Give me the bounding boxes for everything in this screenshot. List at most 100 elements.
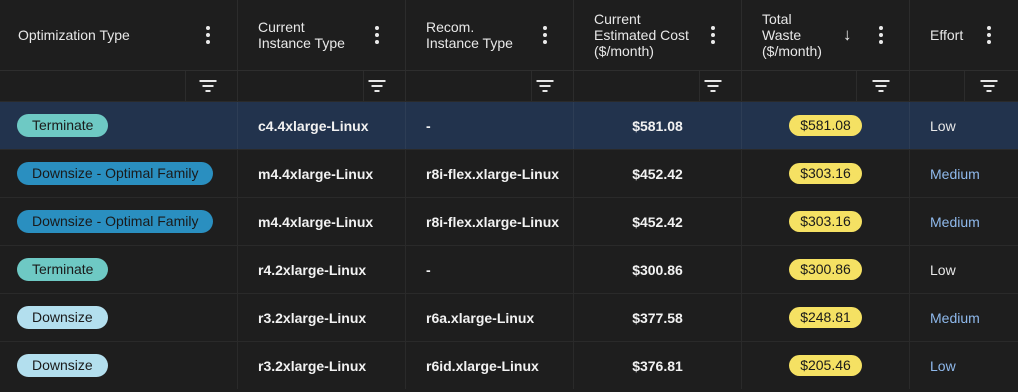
recommended-instance-cell: r6a.xlarge-Linux — [405, 294, 573, 341]
optimization-type-cell: Downsize — [0, 294, 237, 341]
filter-input[interactable] — [426, 71, 532, 101]
total-waste-cell: $248.81 — [741, 294, 909, 341]
filter-cell[interactable] — [909, 71, 1018, 101]
optimization-type-badge[interactable]: Terminate — [17, 258, 109, 281]
current-cost-cell: $581.08 — [573, 102, 741, 149]
column-header-total-waste[interactable]: Total Waste ($/month) ↓ — [741, 0, 909, 70]
column-header-current-instance-type[interactable]: Current Instance Type — [237, 0, 405, 70]
filter-icon[interactable] — [536, 80, 553, 92]
optimization-type-cell: Terminate — [0, 246, 237, 293]
column-header-effort[interactable]: Effort — [909, 0, 1018, 70]
arrow-down-icon[interactable]: ↓ — [843, 25, 852, 45]
filter-cell[interactable] — [237, 71, 405, 101]
filter-cell[interactable] — [741, 71, 909, 101]
effort-label: Low — [930, 261, 956, 278]
effort-cell: Low — [909, 342, 1018, 389]
column-header-recommended-instance-type[interactable]: Recom. Instance Type — [405, 0, 573, 70]
total-waste-cell: $581.08 — [741, 102, 909, 149]
optimization-type-cell: Downsize — [0, 342, 237, 389]
column-header-label: Current Instance Type — [258, 19, 345, 51]
filter-input[interactable] — [930, 71, 965, 101]
kebab-menu-icon[interactable] — [200, 25, 216, 45]
current-instance-cell: m4.4xlarge-Linux — [237, 198, 405, 245]
effort-cell: Low — [909, 246, 1018, 293]
effort-cell: Low — [909, 102, 1018, 149]
recommended-instance-cell: - — [405, 246, 573, 293]
recommended-instance-cell: r8i-flex.xlarge-Linux — [405, 150, 573, 197]
recommended-instance-cell: r6id.xlarge-Linux — [405, 342, 573, 389]
current-cost-cell: $300.86 — [573, 246, 741, 293]
column-header-label: Recom. Instance Type — [426, 19, 513, 51]
column-header-label: Effort — [930, 27, 964, 43]
effort-label: Medium — [930, 165, 980, 182]
total-waste-cell: $300.86 — [741, 246, 909, 293]
effort-cell: Medium — [909, 294, 1018, 341]
column-header-current-estimated-cost[interactable]: Current Estimated Cost ($/month) — [573, 0, 741, 70]
filter-icon[interactable] — [872, 80, 889, 92]
kebab-menu-icon[interactable] — [369, 25, 385, 45]
effort-label: Low — [930, 357, 956, 374]
optimization-type-cell: Terminate — [0, 102, 237, 149]
filter-icon[interactable] — [199, 80, 216, 92]
recommended-instance-cell: r8i-flex.xlarge-Linux — [405, 198, 573, 245]
current-cost-cell: $376.81 — [573, 342, 741, 389]
filter-row — [0, 71, 1018, 101]
kebab-menu-icon[interactable] — [981, 25, 997, 45]
filter-icon[interactable] — [704, 80, 721, 92]
column-header-label: Current Estimated Cost ($/month) — [594, 11, 689, 59]
table-row[interactable]: Downsize r3.2xlarge-Linux r6id.xlarge-Li… — [0, 341, 1018, 389]
optimization-type-badge[interactable]: Terminate — [17, 114, 109, 137]
table-row[interactable]: Downsize - Optimal Family m4.4xlarge-Lin… — [0, 197, 1018, 245]
table-row[interactable]: Downsize - Optimal Family m4.4xlarge-Lin… — [0, 149, 1018, 197]
filter-input[interactable] — [762, 71, 857, 101]
waste-badge: $303.16 — [789, 163, 862, 184]
kebab-menu-icon[interactable] — [873, 25, 889, 45]
recommended-instance-cell: - — [405, 102, 573, 149]
waste-badge: $205.46 — [789, 355, 862, 376]
optimization-type-badge[interactable]: Downsize — [17, 354, 108, 377]
waste-badge: $300.86 — [789, 259, 862, 280]
current-cost-cell: $452.42 — [573, 150, 741, 197]
table-row[interactable]: Terminate r4.2xlarge-Linux - $300.86 $30… — [0, 245, 1018, 293]
column-header-optimization-type[interactable]: Optimization Type — [0, 0, 237, 70]
current-instance-cell: r3.2xlarge-Linux — [237, 342, 405, 389]
optimization-type-cell: Downsize - Optimal Family — [0, 150, 237, 197]
current-instance-cell: r4.2xlarge-Linux — [237, 246, 405, 293]
current-cost-cell: $452.42 — [573, 198, 741, 245]
filter-input[interactable] — [258, 71, 364, 101]
recommendations-grid: Optimization Type Current Instance Type … — [0, 0, 1018, 392]
filter-icon[interactable] — [368, 80, 385, 92]
total-waste-cell: $205.46 — [741, 342, 909, 389]
current-cost-cell: $377.58 — [573, 294, 741, 341]
effort-label: Low — [930, 117, 956, 134]
optimization-type-badge[interactable]: Downsize — [17, 306, 108, 329]
current-instance-cell: c4.4xlarge-Linux — [237, 102, 405, 149]
waste-badge: $303.16 — [789, 211, 862, 232]
total-waste-cell: $303.16 — [741, 150, 909, 197]
effort-cell: Medium — [909, 150, 1018, 197]
table-row[interactable]: Downsize r3.2xlarge-Linux r6a.xlarge-Lin… — [0, 293, 1018, 341]
waste-badge: $248.81 — [789, 307, 862, 328]
kebab-menu-icon[interactable] — [705, 25, 721, 45]
waste-badge: $581.08 — [789, 115, 862, 136]
filter-cell[interactable] — [405, 71, 573, 101]
effort-label: Medium — [930, 213, 980, 230]
optimization-type-badge[interactable]: Downsize - Optimal Family — [17, 210, 214, 233]
table-row[interactable]: Terminate c4.4xlarge-Linux - $581.08 $58… — [0, 101, 1018, 149]
optimization-type-cell: Downsize - Optimal Family — [0, 198, 237, 245]
filter-cell[interactable] — [0, 71, 237, 101]
filter-icon[interactable] — [980, 80, 997, 92]
column-header-label: Total Waste ($/month) — [762, 11, 822, 59]
filter-cell[interactable] — [573, 71, 741, 101]
total-waste-cell: $303.16 — [741, 198, 909, 245]
kebab-menu-icon[interactable] — [537, 25, 553, 45]
current-instance-cell: r3.2xlarge-Linux — [237, 294, 405, 341]
column-header-label: Optimization Type — [18, 27, 130, 43]
header-row: Optimization Type Current Instance Type … — [0, 0, 1018, 71]
filter-input[interactable] — [594, 71, 700, 101]
effort-label: Medium — [930, 309, 980, 326]
optimization-type-badge[interactable]: Downsize - Optimal Family — [17, 162, 214, 185]
current-instance-cell: m4.4xlarge-Linux — [237, 150, 405, 197]
filter-input[interactable] — [0, 71, 186, 101]
effort-cell: Medium — [909, 198, 1018, 245]
